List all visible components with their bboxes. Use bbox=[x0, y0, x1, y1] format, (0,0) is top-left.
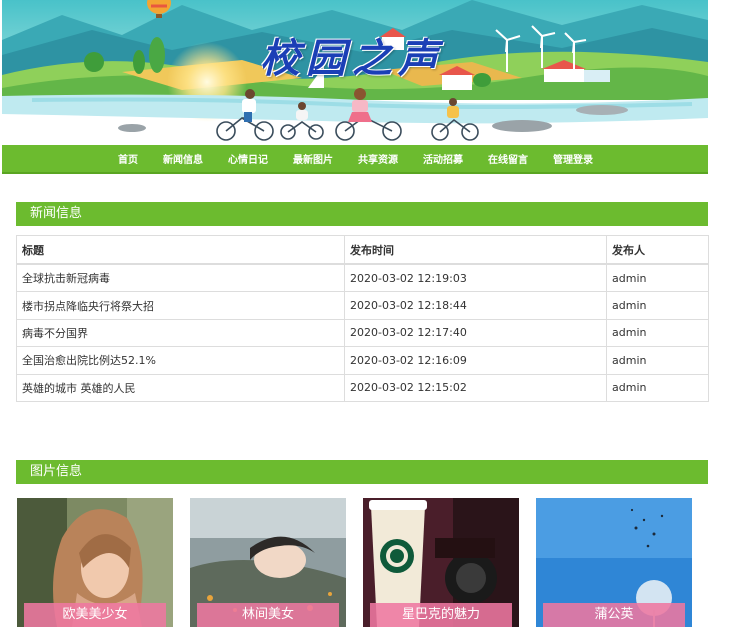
column-header-time: 发布时间 bbox=[344, 235, 607, 265]
news-title-link[interactable]: 全球抗击新冠病毒 bbox=[16, 263, 345, 293]
nav-item-latest-pictures[interactable]: 最新图片 bbox=[293, 151, 333, 166]
column-header-author: 发布人 bbox=[606, 235, 709, 265]
picture-caption: 蒲公英 bbox=[543, 603, 685, 627]
news-time: 2020-03-02 12:15:02 bbox=[344, 373, 607, 402]
news-time: 2020-03-02 12:16:09 bbox=[344, 346, 607, 375]
table-row[interactable]: 全球抗击新冠病毒 2020-03-02 12:19:03 admin bbox=[16, 263, 709, 293]
nav-item-guestbook[interactable]: 在线留言 bbox=[488, 151, 528, 166]
picture-caption: 星巴克的魅力 bbox=[370, 603, 512, 627]
picture-card[interactable]: 蒲公英 bbox=[536, 498, 692, 627]
news-title-link[interactable]: 楼市拐点降临央行将祭大招 bbox=[16, 291, 345, 320]
nav-item-activity-recruitment[interactable]: 活动招募 bbox=[423, 151, 463, 166]
news-title-link[interactable]: 英雄的城市 英雄的人民 bbox=[16, 373, 345, 402]
nav-item-news[interactable]: 新闻信息 bbox=[163, 151, 203, 166]
news-table-header-row: 标题 发布时间 发布人 bbox=[16, 235, 709, 265]
news-author: admin bbox=[606, 291, 709, 320]
news-author: admin bbox=[606, 318, 709, 348]
column-header-title: 标题 bbox=[16, 235, 345, 265]
nav-item-admin-login[interactable]: 管理登录 bbox=[553, 151, 593, 166]
table-row[interactable]: 病毒不分国界 2020-03-02 12:17:40 admin bbox=[16, 318, 709, 348]
news-title-link[interactable]: 病毒不分国界 bbox=[16, 318, 345, 348]
picture-caption: 欧美美少女 bbox=[24, 603, 166, 627]
table-row[interactable]: 英雄的城市 英雄的人民 2020-03-02 12:15:02 admin bbox=[16, 373, 709, 402]
news-table: 标题 发布时间 发布人 全球抗击新冠病毒 2020-03-02 12:19:03… bbox=[16, 235, 709, 402]
table-row[interactable]: 全国治愈出院比例达52.1% 2020-03-02 12:16:09 admin bbox=[16, 346, 709, 375]
nav-item-home[interactable]: 首页 bbox=[118, 151, 138, 166]
news-author: admin bbox=[606, 263, 709, 293]
news-time: 2020-03-02 12:17:40 bbox=[344, 318, 607, 348]
table-row[interactable]: 楼市拐点降临央行将祭大招 2020-03-02 12:18:44 admin bbox=[16, 291, 709, 320]
news-author: admin bbox=[606, 373, 709, 402]
picture-gallery: 欧美美少女 林间美女 星巴克的魅力 蒲公英 bbox=[17, 498, 709, 627]
news-time: 2020-03-02 12:18:44 bbox=[344, 291, 607, 320]
header-banner: 校园之声 bbox=[2, 0, 708, 145]
picture-card[interactable]: 欧美美少女 bbox=[17, 498, 173, 627]
news-author: admin bbox=[606, 346, 709, 375]
nav-items: 首页 新闻信息 心情日记 最新图片 共享资源 活动招募 在线留言 管理登录 bbox=[118, 145, 618, 172]
picture-card[interactable]: 林间美女 bbox=[190, 498, 346, 627]
nav-item-diary[interactable]: 心情日记 bbox=[228, 151, 268, 166]
site-title: 校园之声 bbox=[260, 35, 444, 82]
picture-card[interactable]: 星巴克的魅力 bbox=[363, 498, 519, 627]
news-title-link[interactable]: 全国治愈出院比例达52.1% bbox=[16, 346, 345, 375]
nav-item-shared-resources[interactable]: 共享资源 bbox=[358, 151, 398, 166]
news-section-title: 新闻信息 bbox=[16, 202, 708, 226]
main-nav: 首页 新闻信息 心情日记 最新图片 共享资源 活动招募 在线留言 管理登录 bbox=[2, 145, 708, 174]
pictures-section-title: 图片信息 bbox=[16, 460, 708, 484]
news-time: 2020-03-02 12:19:03 bbox=[344, 263, 607, 293]
picture-caption: 林间美女 bbox=[197, 603, 339, 627]
